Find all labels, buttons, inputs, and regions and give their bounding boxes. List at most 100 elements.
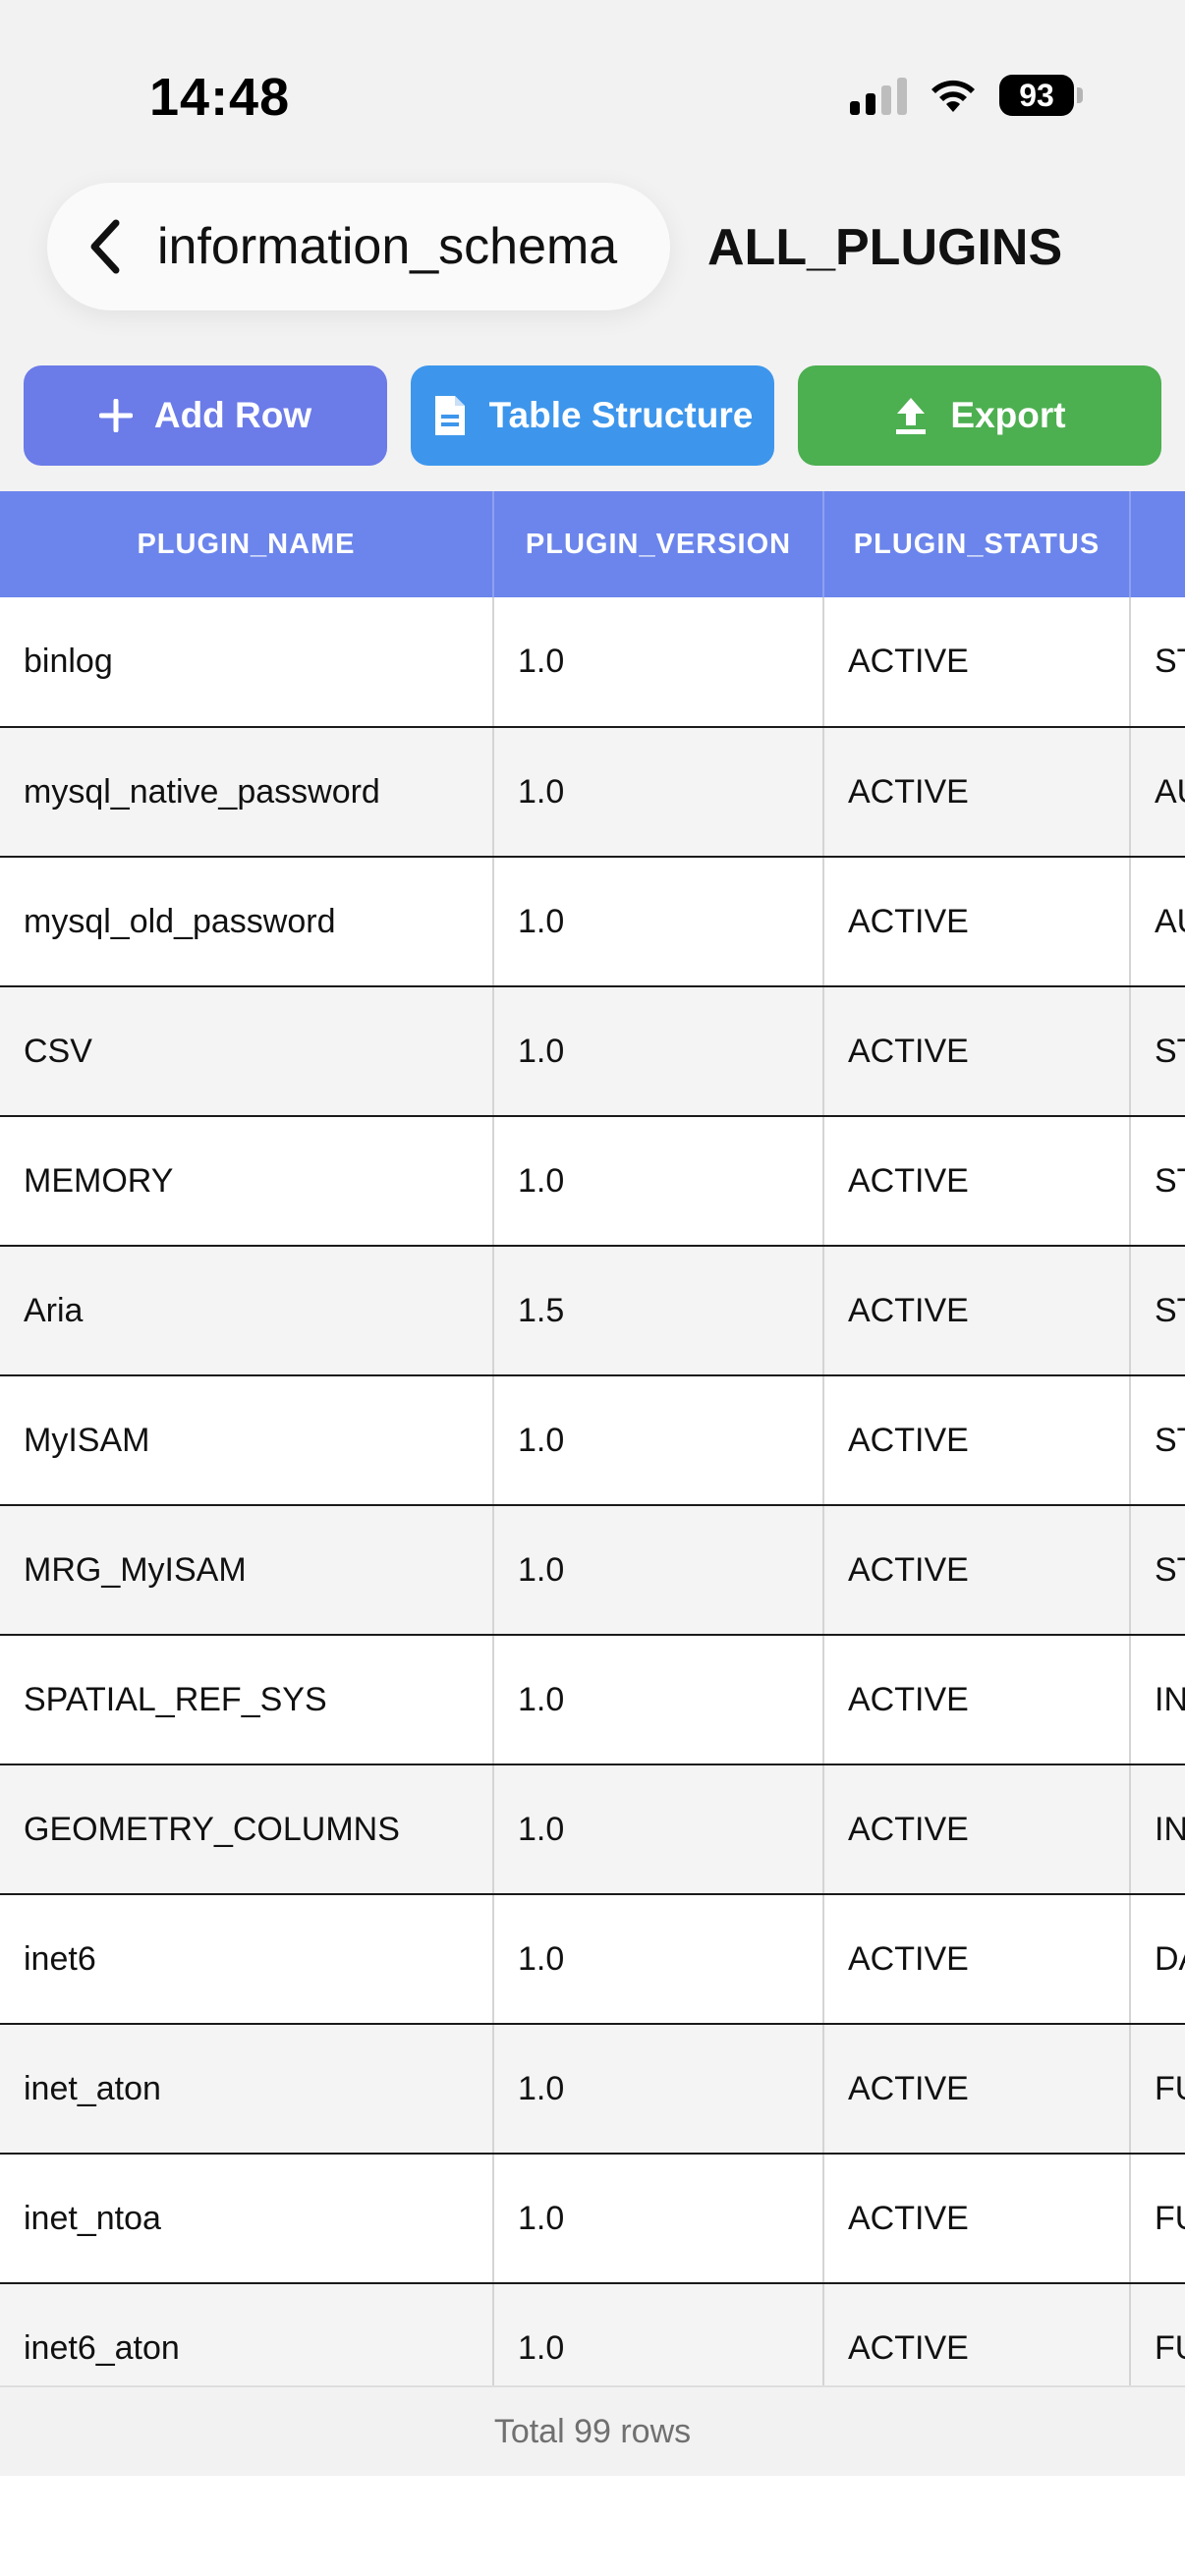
- table-row[interactable]: inet6_aton1.0ACTIVEFU: [0, 2283, 1185, 2385]
- table-cell[interactable]: ST: [1130, 1116, 1185, 1247]
- table-cell[interactable]: SPATIAL_REF_SYS: [0, 1635, 494, 1765]
- column-header[interactable]: PLUGIN_VERSION: [493, 491, 824, 597]
- table-cell[interactable]: inet6: [0, 1894, 494, 2025]
- table-cell[interactable]: 1.0: [493, 597, 824, 728]
- column-header[interactable]: PLUGIN_STATUS: [823, 491, 1131, 597]
- total-rows-label: Total 99 rows: [493, 2412, 692, 2450]
- data-table: PLUGIN_NAME PLUGIN_VERSION PLUGIN_STATUS…: [0, 491, 1185, 2385]
- table-cell[interactable]: ACTIVE: [823, 2154, 1131, 2284]
- table-cell[interactable]: 1.0: [493, 2154, 824, 2284]
- upload-icon: [896, 398, 927, 434]
- column-header[interactable]: PLUGIN_NAME: [0, 491, 494, 597]
- add-row-button[interactable]: Add Row: [24, 365, 387, 466]
- status-icons: 93: [850, 71, 1083, 120]
- table-structure-label: Table Structure: [488, 395, 754, 435]
- table-cell[interactable]: IN: [1130, 1635, 1185, 1765]
- table-cell[interactable]: AU: [1130, 727, 1185, 858]
- table-cell[interactable]: ST: [1130, 597, 1185, 728]
- table-cell[interactable]: 1.0: [493, 1894, 824, 2025]
- battery-level: 93: [999, 75, 1074, 116]
- table-cell[interactable]: ACTIVE: [823, 1375, 1131, 1506]
- table-cell[interactable]: 1.0: [493, 1764, 824, 1895]
- table-row[interactable]: inet61.0ACTIVEDA: [0, 1894, 1185, 2025]
- table-row[interactable]: mysql_old_password1.0ACTIVEAU: [0, 857, 1185, 987]
- table-cell[interactable]: CSV: [0, 986, 494, 1117]
- status-time: 14:48: [149, 68, 291, 127]
- table-cell[interactable]: 1.0: [493, 2024, 824, 2155]
- table-cell[interactable]: inet_aton: [0, 2024, 494, 2155]
- table-cell[interactable]: mysql_old_password: [0, 857, 494, 987]
- table-cell[interactable]: ACTIVE: [823, 986, 1131, 1117]
- table-row[interactable]: MyISAM1.0ACTIVEST: [0, 1375, 1185, 1506]
- table-cell[interactable]: FU: [1130, 2283, 1185, 2385]
- table-cell[interactable]: ACTIVE: [823, 1764, 1131, 1895]
- table-cell[interactable]: mysql_native_password: [0, 727, 494, 858]
- table-row[interactable]: MEMORY1.0ACTIVEST: [0, 1116, 1185, 1247]
- export-button[interactable]: Export: [798, 365, 1161, 466]
- export-label: Export: [950, 395, 1066, 435]
- plus-icon: [98, 399, 133, 432]
- page-title: ALL_PLUGINS: [707, 219, 1063, 276]
- table-cell[interactable]: 1.0: [493, 986, 824, 1117]
- table-cell[interactable]: ACTIVE: [823, 727, 1131, 858]
- table-structure-button[interactable]: Table Structure: [411, 365, 774, 466]
- row-count-footer: Total 99 rows: [0, 2385, 1185, 2476]
- cellular-signal-icon: [850, 76, 907, 115]
- wifi-icon: [929, 77, 978, 114]
- table-cell[interactable]: 1.0: [493, 857, 824, 987]
- bottom-safe-area: [0, 2476, 1185, 2576]
- table-header-row: PLUGIN_NAME PLUGIN_VERSION PLUGIN_STATUS: [0, 491, 1185, 597]
- screen: 14:48 93 information_schema ALL_PLUGINS …: [0, 0, 1185, 2576]
- table-cell[interactable]: IN: [1130, 1764, 1185, 1895]
- table-row[interactable]: binlog1.0ACTIVEST: [0, 597, 1185, 728]
- table-cell[interactable]: 1.0: [493, 1116, 824, 1247]
- table-cell[interactable]: ACTIVE: [823, 2283, 1131, 2385]
- table-cell[interactable]: ACTIVE: [823, 1635, 1131, 1765]
- table-cell[interactable]: ST: [1130, 1246, 1185, 1376]
- table-cell[interactable]: Aria: [0, 1246, 494, 1376]
- table-row[interactable]: MRG_MyISAM1.0ACTIVEST: [0, 1505, 1185, 1636]
- table-cell[interactable]: ST: [1130, 1375, 1185, 1506]
- table-row[interactable]: inet_aton1.0ACTIVEFU: [0, 2024, 1185, 2155]
- back-button[interactable]: information_schema: [47, 183, 670, 310]
- back-button-label: information_schema: [157, 218, 618, 275]
- table-cell[interactable]: ST: [1130, 1505, 1185, 1636]
- table-cell[interactable]: ACTIVE: [823, 2024, 1131, 2155]
- table-row[interactable]: SPATIAL_REF_SYS 1.0 ACTIVE IN: [0, 1635, 1185, 1765]
- table-cell[interactable]: inet6_aton: [0, 2283, 494, 2385]
- data-table-container[interactable]: PLUGIN_NAME PLUGIN_VERSION PLUGIN_STATUS…: [0, 491, 1185, 2385]
- table-cell[interactable]: DA: [1130, 1894, 1185, 2025]
- table-cell[interactable]: MyISAM: [0, 1375, 494, 1506]
- table-cell[interactable]: ACTIVE: [823, 1894, 1131, 2025]
- table-cell[interactable]: FU: [1130, 2154, 1185, 2284]
- column-header[interactable]: [1130, 491, 1185, 597]
- add-row-label: Add Row: [153, 395, 312, 435]
- table-cell[interactable]: FU: [1130, 2024, 1185, 2155]
- table-row[interactable]: mysql_native_password1.0ACTIVEAU: [0, 727, 1185, 858]
- table-cell[interactable]: ACTIVE: [823, 1505, 1131, 1636]
- table-row[interactable]: CSV1.0ACTIVEST: [0, 986, 1185, 1117]
- table-cell[interactable]: 1.0: [493, 727, 824, 858]
- table-cell[interactable]: MEMORY: [0, 1116, 494, 1247]
- chevron-left-icon: [90, 219, 120, 274]
- table-cell[interactable]: 1.0: [493, 1375, 824, 1506]
- table-cell[interactable]: 1.0: [493, 1505, 824, 1636]
- table-cell[interactable]: ACTIVE: [823, 857, 1131, 987]
- table-cell[interactable]: ACTIVE: [823, 597, 1131, 728]
- table-cell[interactable]: AU: [1130, 857, 1185, 987]
- battery-icon: 93: [999, 75, 1083, 116]
- table-cell[interactable]: inet_ntoa: [0, 2154, 494, 2284]
- table-cell[interactable]: 1.0: [493, 1635, 824, 1765]
- table-row[interactable]: inet_ntoa1.0ACTIVEFU: [0, 2154, 1185, 2284]
- table-cell[interactable]: GEOMETRY_COLUMNS: [0, 1764, 494, 1895]
- table-cell[interactable]: ACTIVE: [823, 1116, 1131, 1247]
- table-cell[interactable]: ACTIVE: [823, 1246, 1131, 1376]
- table-cell[interactable]: MRG_MyISAM: [0, 1505, 494, 1636]
- table-cell[interactable]: binlog: [0, 597, 494, 728]
- table-cell[interactable]: 1.5: [493, 1246, 824, 1376]
- table-cell[interactable]: 1.0: [493, 2283, 824, 2385]
- table-row[interactable]: GEOMETRY_COLUMNS 1.0 ACTIVE IN: [0, 1764, 1185, 1895]
- document-icon: [434, 396, 465, 435]
- table-cell[interactable]: ST: [1130, 986, 1185, 1117]
- table-row[interactable]: Aria1.5ACTIVEST: [0, 1246, 1185, 1376]
